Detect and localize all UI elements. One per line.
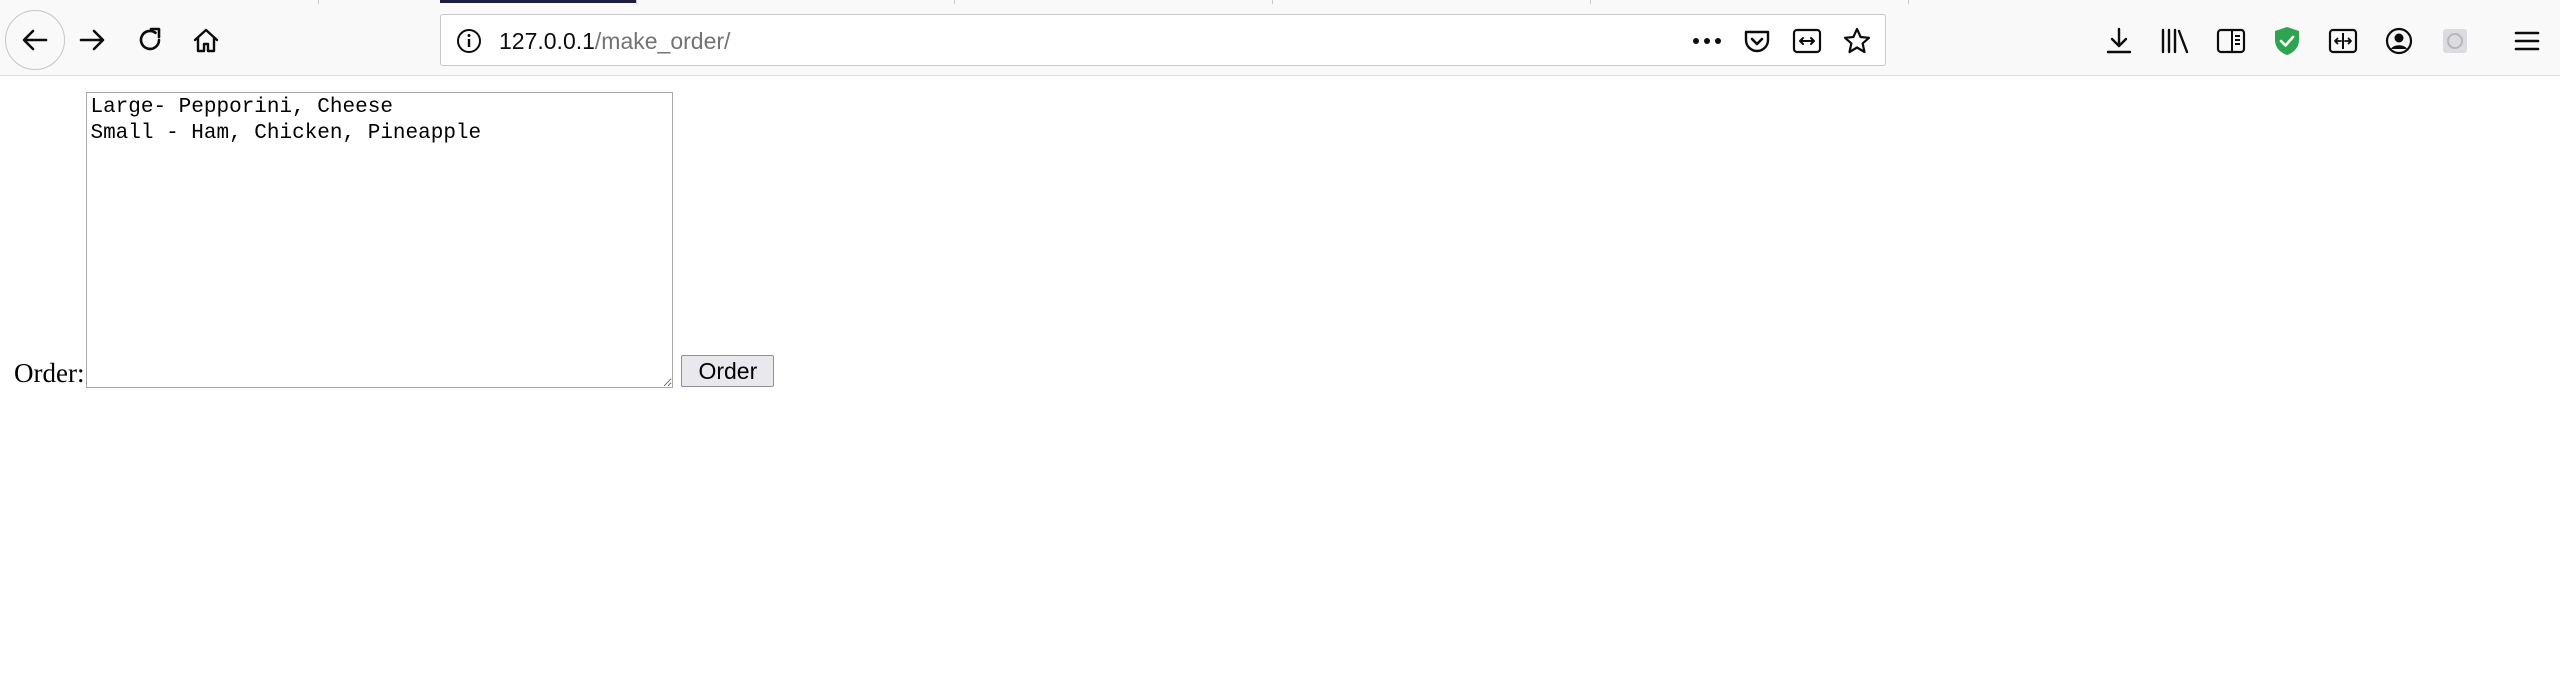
home-button[interactable]	[178, 12, 234, 68]
order-textarea[interactable]: Large- Pepporini, Cheese Small - Ham, Ch…	[86, 92, 674, 388]
address-bar[interactable]: 127.0.0.1/make_order/	[440, 14, 1886, 66]
info-icon[interactable]	[455, 27, 483, 55]
extension-icon[interactable]	[2438, 24, 2472, 58]
container-icon[interactable]	[2326, 24, 2360, 58]
forward-button[interactable]	[64, 12, 120, 68]
more-dots-icon[interactable]	[1691, 25, 1723, 57]
home-icon	[191, 25, 221, 55]
url-path: /make_order/	[594, 28, 731, 54]
shield-extension-icon[interactable]	[2270, 24, 2304, 58]
navigation-toolbar: 127.0.0.1/make_order/	[0, 4, 2560, 76]
forward-arrow-icon	[77, 25, 107, 55]
hamburger-menu-icon[interactable]	[2510, 24, 2544, 58]
url-text[interactable]: 127.0.0.1/make_order/	[499, 27, 730, 55]
reader-view-icon[interactable]	[1791, 25, 1823, 57]
tab-indicator	[440, 0, 636, 3]
page-content: Order: Large- Pepporini, Cheese Small - …	[0, 77, 2560, 681]
reload-icon	[135, 25, 165, 55]
pocket-icon[interactable]	[1741, 25, 1773, 57]
back-arrow-icon	[20, 25, 50, 55]
back-button[interactable]	[5, 10, 65, 70]
account-icon[interactable]	[2382, 24, 2416, 58]
order-label: Order:	[14, 358, 85, 388]
download-icon[interactable]	[2102, 24, 2136, 58]
order-form: Order: Large- Pepporini, Cheese Small - …	[14, 92, 775, 388]
star-icon[interactable]	[1841, 25, 1873, 57]
order-button[interactable]: Order	[681, 355, 775, 387]
library-icon[interactable]	[2158, 24, 2192, 58]
reload-button[interactable]	[122, 12, 178, 68]
url-host: 127.0.0.1	[499, 28, 595, 54]
sidebar-icon[interactable]	[2214, 24, 2248, 58]
